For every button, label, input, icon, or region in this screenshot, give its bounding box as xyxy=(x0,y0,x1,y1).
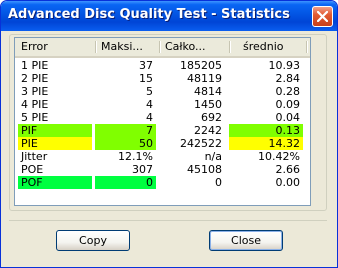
cell-maximum: 307 xyxy=(132,163,153,176)
cell-total: 0 xyxy=(215,176,222,189)
cell-error-type: 3 PIE xyxy=(21,85,49,98)
cell-maximum: 50 xyxy=(95,137,156,150)
cell-error-type: 5 PIE xyxy=(21,111,49,124)
cell-average: 0.00 xyxy=(275,176,301,189)
table-row[interactable]: POF 0 0 0.00 xyxy=(15,176,310,189)
cell-error-type: 4 PIE xyxy=(21,98,49,111)
column-header-total[interactable]: Całko... xyxy=(159,38,229,56)
cell-error-type: POF xyxy=(18,176,92,189)
table-row[interactable]: 2 PIE 15 48119 2.84 xyxy=(15,72,310,85)
column-header-average[interactable]: średnio xyxy=(229,38,306,56)
cell-total: 4814 xyxy=(194,85,222,98)
cell-average: 0.09 xyxy=(275,98,301,111)
close-window-button[interactable] xyxy=(312,6,333,27)
cell-total: 242522 xyxy=(180,137,222,150)
cell-maximum: 15 xyxy=(139,72,153,85)
cell-total: 1450 xyxy=(194,98,222,111)
cell-maximum: 0 xyxy=(95,176,156,189)
table-header: Error Maksi... Całko... średnio xyxy=(15,38,310,58)
column-header-max[interactable]: Maksi... xyxy=(95,38,159,56)
cell-maximum: 4 xyxy=(146,98,153,111)
cell-average: 0.28 xyxy=(275,85,301,98)
cell-total: n/a xyxy=(204,150,222,163)
cell-average: 10.93 xyxy=(268,59,301,72)
cell-maximum: 7 xyxy=(95,124,156,137)
cell-maximum: 4 xyxy=(146,111,153,124)
cell-error-type: PIE xyxy=(18,137,92,150)
close-button[interactable]: Close xyxy=(209,230,283,251)
close-icon xyxy=(317,11,328,22)
column-separator[interactable] xyxy=(306,41,307,53)
cell-maximum: 5 xyxy=(146,85,153,98)
cell-error-type: Jitter xyxy=(21,150,48,163)
statistics-dialog: Advanced Disc Quality Test - Statistics … xyxy=(0,0,338,268)
table-row[interactable]: 5 PIE 4 692 0.04 xyxy=(15,111,310,124)
table-row[interactable]: 4 PIE 4 1450 0.09 xyxy=(15,98,310,111)
cell-average: 10.42% xyxy=(258,150,300,163)
table-row[interactable]: POE 307 45108 2.66 xyxy=(15,163,310,176)
cell-average: 0.13 xyxy=(229,124,303,137)
cell-total: 185205 xyxy=(180,59,222,72)
cell-maximum: 12.1% xyxy=(118,150,153,163)
cell-average: 2.66 xyxy=(275,163,301,176)
cell-average: 0.04 xyxy=(275,111,301,124)
statistics-table[interactable]: Error Maksi... Całko... średnio 1 PIE 37 1… xyxy=(14,37,311,206)
cell-error-type: POE xyxy=(21,163,44,176)
cell-maximum: 37 xyxy=(139,59,153,72)
window-title: Advanced Disc Quality Test - Statistics xyxy=(8,7,290,22)
copy-button[interactable]: Copy xyxy=(56,230,130,251)
cell-error-type: 1 PIE xyxy=(21,59,49,72)
table-row[interactable]: PIE 50 242522 14.32 xyxy=(15,137,310,150)
table-row[interactable]: 1 PIE 37 185205 10.93 xyxy=(15,59,310,72)
title-bar[interactable]: Advanced Disc Quality Test - Statistics xyxy=(1,1,337,31)
table-row[interactable]: Jitter 12.1% n/a 10.42% xyxy=(15,150,310,163)
cell-total: 2242 xyxy=(194,124,222,137)
divider xyxy=(9,220,327,221)
cell-total: 692 xyxy=(201,111,222,124)
cell-error-type: 2 PIE xyxy=(21,72,49,85)
table-row[interactable]: 3 PIE 5 4814 0.28 xyxy=(15,85,310,98)
cell-average: 14.32 xyxy=(229,137,303,150)
cell-average: 2.84 xyxy=(275,72,301,85)
cell-total: 48119 xyxy=(187,72,222,85)
column-header-error[interactable]: Error xyxy=(15,38,95,56)
table-body: 1 PIE 37 185205 10.93 2 PIE 15 48119 2.84 3 PIE 5… xyxy=(15,59,310,189)
cell-total: 45108 xyxy=(187,163,222,176)
table-row[interactable]: PIF 7 2242 0.13 xyxy=(15,124,310,137)
cell-error-type: PIF xyxy=(18,124,92,137)
